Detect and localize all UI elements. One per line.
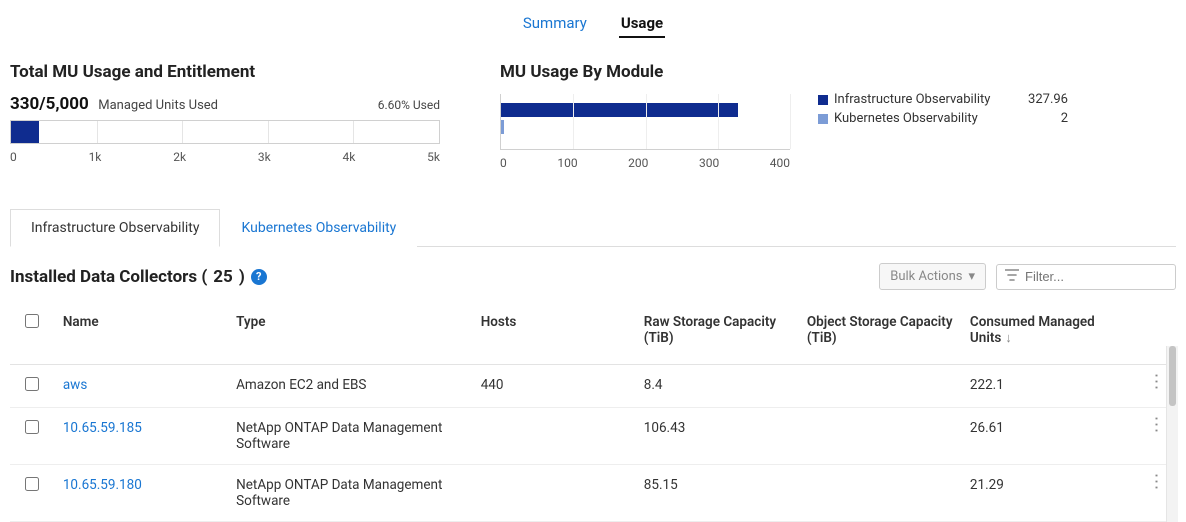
total-used-value: 330	[10, 94, 39, 114]
module-bar-infra	[501, 103, 738, 117]
module-legend: Infrastructure Observability 327.96 Kube…	[818, 62, 1176, 170]
table-row: aws Amazon EC2 and EBS 440 8.4 222.1 ⋯	[10, 365, 1176, 408]
collector-name-link[interactable]: aws	[63, 377, 87, 393]
axis-tick: 4k	[342, 150, 355, 164]
table-row: 10.65.59.180 NetApp ONTAP Data Managemen…	[10, 465, 1176, 522]
kebab-icon: ⋯	[1151, 373, 1161, 392]
row-checkbox[interactable]	[25, 420, 39, 434]
kebab-icon: ⋯	[1151, 416, 1161, 435]
chevron-down-icon: ▾	[968, 269, 975, 284]
total-usage-panel: Total MU Usage and Entitlement 330/5,000…	[10, 62, 440, 170]
collector-raw: 85.15	[636, 465, 799, 522]
collector-name-link[interactable]: 10.65.59.180	[63, 477, 142, 493]
col-cmu[interactable]: Consumed Managed Units↓	[962, 304, 1135, 365]
total-pct-label: 6.60% Used	[378, 98, 440, 112]
axis-tick: 0	[10, 150, 17, 164]
collector-hosts	[473, 408, 636, 465]
collectors-table-wrap: Name Type Hosts Raw Storage Capacity (Ti…	[10, 304, 1176, 522]
collector-hosts: 440	[473, 365, 636, 408]
col-name[interactable]: Name	[55, 304, 228, 365]
legend-value: 327.96	[1028, 92, 1068, 107]
module-usage-panel: MU Usage By Module 0 100 200 300 400	[500, 62, 790, 170]
collector-obj	[799, 408, 962, 465]
collectors-title: Installed Data Collectors ( 25) ?	[10, 267, 267, 287]
module-usage-heading: MU Usage By Module	[500, 62, 790, 82]
bulk-actions-label: Bulk Actions	[890, 269, 962, 284]
legend-row-infra: Infrastructure Observability 327.96	[818, 90, 1068, 109]
sort-desc-icon: ↓	[1005, 331, 1012, 346]
collector-type: NetApp ONTAP Data Management Software	[228, 408, 473, 465]
total-units-label: Managed Units Used	[98, 98, 218, 113]
col-obj[interactable]: Object Storage Capacity (TiB)	[799, 304, 962, 365]
axis-tick: 1k	[89, 150, 102, 164]
module-bar-k8s	[501, 120, 504, 134]
total-usage-bar	[10, 120, 440, 144]
table-row: 10.65.59.185 NetApp ONTAP Data Managemen…	[10, 408, 1176, 465]
axis-tick: 300	[699, 156, 719, 170]
collector-cmu: 26.61	[962, 408, 1135, 465]
vertical-scrollbar[interactable]	[1166, 346, 1178, 522]
swatch-icon	[818, 95, 828, 105]
row-checkbox[interactable]	[25, 477, 39, 491]
filter-box[interactable]	[996, 264, 1176, 290]
total-usage-axis: 0 1k 2k 3k 4k 5k	[10, 150, 440, 164]
sub-tab-infrastructure[interactable]: Infrastructure Observability	[10, 209, 220, 247]
bulk-actions-button[interactable]: Bulk Actions ▾	[879, 263, 986, 290]
collector-cmu: 222.1	[962, 365, 1135, 408]
axis-tick: 0	[500, 156, 507, 170]
col-hosts[interactable]: Hosts	[473, 304, 636, 365]
axis-tick: 5k	[427, 150, 440, 164]
col-raw[interactable]: Raw Storage Capacity (TiB)	[636, 304, 799, 365]
collectors-count: 25	[213, 267, 233, 287]
collector-raw: 106.43	[636, 408, 799, 465]
collectors-title-suffix: )	[239, 267, 245, 287]
scroll-thumb[interactable]	[1169, 346, 1176, 406]
filter-icon	[1005, 269, 1019, 285]
help-icon[interactable]: ?	[251, 269, 267, 285]
collector-type: Amazon EC2 and EBS	[228, 365, 473, 408]
collector-raw: 8.4	[636, 365, 799, 408]
collector-hosts	[473, 465, 636, 522]
col-type[interactable]: Type	[228, 304, 473, 365]
legend-label: Infrastructure Observability	[834, 92, 990, 107]
module-usage-bars	[500, 94, 790, 150]
swatch-icon	[818, 114, 828, 124]
filter-input[interactable]	[1025, 269, 1167, 284]
total-limit-value: 5,000	[46, 94, 89, 114]
axis-tick: 400	[770, 156, 790, 170]
collectors-title-prefix: Installed Data Collectors (	[10, 267, 207, 287]
axis-tick: 2k	[173, 150, 186, 164]
axis-tick: 3k	[258, 150, 271, 164]
row-checkbox[interactable]	[25, 377, 39, 391]
total-usage-heading: Total MU Usage and Entitlement	[10, 62, 440, 82]
collector-obj	[799, 465, 962, 522]
module-usage-axis: 0 100 200 300 400	[500, 156, 790, 170]
sub-tab-kubernetes[interactable]: Kubernetes Observability	[220, 209, 417, 247]
collectors-table: Name Type Hosts Raw Storage Capacity (Ti…	[10, 304, 1176, 522]
tab-usage[interactable]: Usage	[619, 10, 665, 38]
axis-tick: 100	[557, 156, 577, 170]
top-tabs: Summary Usage	[10, 8, 1176, 44]
axis-tick: 200	[628, 156, 648, 170]
select-all-checkbox[interactable]	[25, 314, 39, 328]
legend-row-k8s: Kubernetes Observability 2	[818, 109, 1068, 128]
collector-name-link[interactable]: 10.65.59.185	[63, 420, 142, 436]
sub-tabs: Infrastructure Observability Kubernetes …	[10, 208, 1176, 247]
legend-label: Kubernetes Observability	[834, 111, 978, 126]
collector-cmu: 21.29	[962, 465, 1135, 522]
kebab-icon: ⋯	[1151, 473, 1161, 492]
tab-summary[interactable]: Summary	[521, 10, 589, 38]
legend-value: 2	[1061, 111, 1068, 126]
collector-type: NetApp ONTAP Data Management Software	[228, 465, 473, 522]
collector-obj	[799, 365, 962, 408]
